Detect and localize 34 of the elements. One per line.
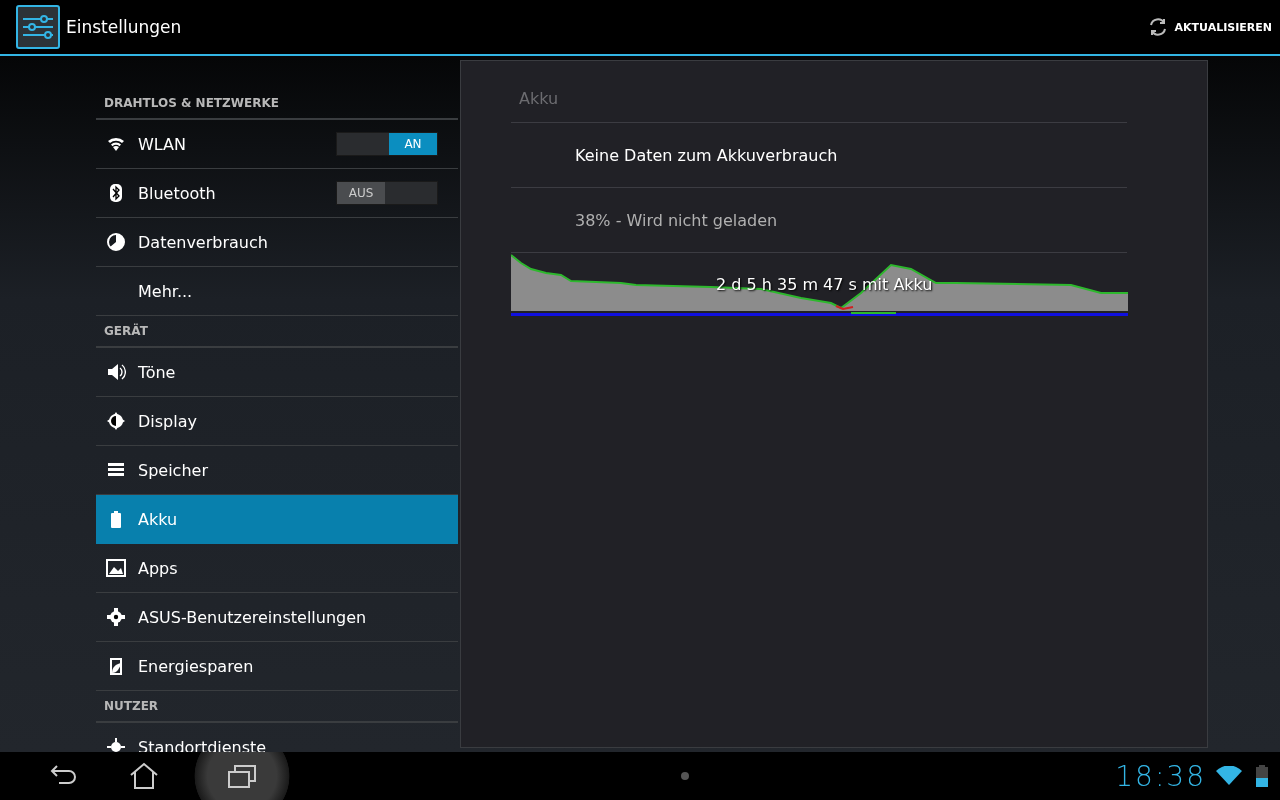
app-title: Einstellungen (66, 17, 183, 37)
panel-title: Akku (511, 89, 1127, 123)
toggle-switch[interactable]: AUS (336, 181, 438, 205)
settings-item[interactable]: Bluetooth AUS (96, 169, 458, 218)
section-header: GERÄT (96, 316, 458, 348)
section-header: NUTZER (96, 691, 458, 723)
apps-icon (106, 558, 126, 578)
settings-item[interactable]: ASUS-Benutzereinstellungen (96, 593, 458, 642)
section-header: DRAHTLOS & NETZWERKE (96, 88, 458, 120)
switch-thumb: AUS (337, 182, 385, 204)
settings-item[interactable]: Energiesparen (96, 642, 458, 691)
wifi-signal-icon (1216, 766, 1242, 786)
info-row[interactable]: Keine Daten zum Akkuverbrauch (511, 123, 1127, 188)
battery-status-icon (1256, 765, 1268, 787)
switch-thumb: AN (389, 133, 437, 155)
pie-chart-icon (106, 232, 126, 252)
settings-item[interactable]: Datenverbrauch (96, 218, 458, 267)
settings-item[interactable]: Display (96, 397, 458, 446)
dot-icon (680, 771, 690, 781)
settings-sliders-icon (16, 5, 60, 49)
refresh-button[interactable]: AKTUALISIEREN (1146, 16, 1272, 38)
recent-apps-icon (227, 763, 257, 789)
settings-item[interactable]: Akku (96, 495, 458, 544)
location-icon (106, 737, 126, 752)
info-row: 38% - Wird nicht geladen (511, 188, 1127, 253)
settings-item[interactable]: Apps (96, 544, 458, 593)
settings-item[interactable]: Töne (96, 348, 458, 397)
brightness-icon (106, 411, 126, 431)
settings-item[interactable]: Mehr... (96, 267, 458, 316)
settings-item[interactable]: WLAN AN (96, 120, 458, 169)
toggle-switch[interactable]: AN (336, 132, 438, 156)
home-icon (129, 762, 159, 790)
speaker-icon (106, 362, 126, 382)
clock: 18:38 (1115, 759, 1206, 793)
